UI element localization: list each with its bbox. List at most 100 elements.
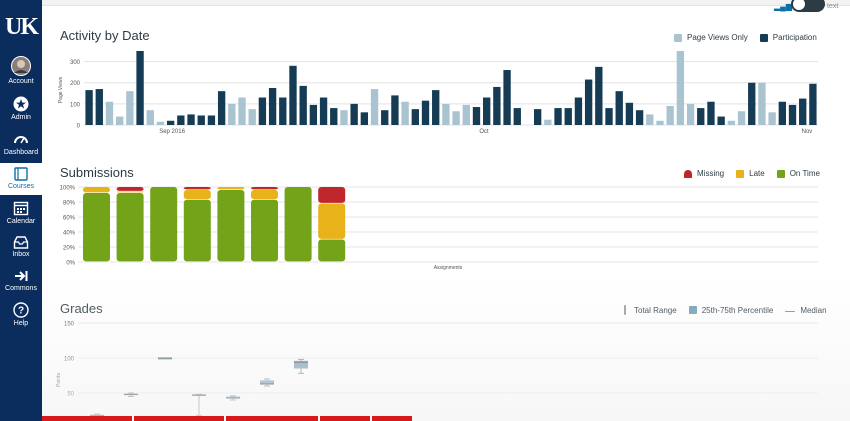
page-views-bar	[686, 103, 695, 125]
participation-bar	[421, 100, 430, 125]
legend-missing[interactable]: Missing	[684, 169, 724, 178]
page-views-bar	[727, 120, 736, 125]
participation-bar	[432, 90, 440, 125]
participation-bar	[778, 101, 786, 125]
bar-chart-icon[interactable]: ▂▄▆	[774, 2, 792, 11]
nav-admin[interactable]: Admin	[0, 96, 42, 121]
nav-calendar[interactable]: Calendar	[0, 200, 42, 225]
page-views-bar	[126, 91, 134, 125]
on-time-segment	[150, 187, 178, 262]
legend-on-time[interactable]: On Time	[776, 169, 820, 178]
legend-total-range[interactable]: Total Range	[624, 305, 677, 315]
y-tick-label: 300	[70, 60, 81, 66]
toggle-label[interactable]: text	[827, 3, 838, 10]
nav-account[interactable]: Account	[0, 56, 42, 85]
global-nav: UK Account Admin Dashboard Courses Calen…	[0, 0, 42, 421]
legend-median[interactable]: Median	[785, 306, 827, 315]
nav-inbox-label: Inbox	[12, 251, 30, 258]
y-tick-label: 100%	[60, 186, 76, 192]
view-toggle[interactable]	[791, 0, 825, 12]
y-tick-label: 40%	[63, 231, 76, 237]
nav-courses[interactable]: Courses	[0, 163, 42, 195]
participation-bar	[330, 108, 338, 125]
on-time-segment	[318, 239, 346, 262]
grades-chart: 50 100 150 Points	[56, 322, 818, 421]
page-views-bar	[442, 103, 450, 125]
y-tick-label: 150	[64, 322, 75, 328]
participation-bar	[411, 109, 419, 125]
y-tick-label: 0	[77, 124, 81, 130]
submissions-legend: Missing Late On Time	[672, 169, 820, 178]
participation-bar	[707, 101, 715, 125]
video-progress-segment	[134, 416, 224, 421]
help-icon: ?	[13, 302, 29, 318]
missing-swatch	[684, 169, 692, 178]
missing-segment	[318, 187, 346, 203]
nav-commons-label: Commons	[5, 285, 37, 292]
missing-segment	[183, 187, 211, 190]
avatar-icon	[11, 56, 31, 76]
y-axis-label: Page Views	[58, 76, 64, 103]
participation-swatch	[759, 33, 768, 42]
legend-percentile[interactable]: 25th-75th Percentile	[688, 306, 773, 315]
participation-bar	[748, 82, 756, 125]
on-time-segment	[251, 199, 278, 262]
x-tick-label: Nov	[802, 129, 813, 135]
legend-participation[interactable]: Participation	[759, 33, 817, 42]
median-swatch	[785, 310, 796, 312]
participation-bar	[136, 51, 144, 125]
participation-bar	[615, 91, 623, 125]
nav-commons[interactable]: Commons	[0, 269, 42, 292]
late-swatch	[736, 169, 745, 178]
participation-bar	[595, 66, 603, 125]
page-views-bar	[462, 104, 470, 125]
page-views-bar	[238, 97, 246, 125]
page-views-bar	[116, 116, 124, 125]
participation-bar	[258, 97, 267, 125]
nav-admin-label: Admin	[11, 114, 31, 121]
nav-help[interactable]: ? Help	[0, 302, 42, 327]
dashboard-icon	[14, 136, 28, 144]
inbox-icon	[13, 236, 29, 249]
video-progress-segment	[42, 416, 132, 421]
x-axis-label: Assignments	[434, 265, 463, 271]
percentile-swatch	[688, 306, 697, 314]
participation-bar	[381, 110, 389, 125]
on-time-swatch	[776, 169, 785, 178]
participation-bar	[319, 97, 328, 125]
participation-bar	[197, 115, 205, 125]
participation-bar	[799, 98, 807, 125]
legend-participation-label: Participation	[772, 33, 817, 42]
participation-bar	[554, 108, 562, 125]
participation-bar	[483, 97, 491, 125]
nav-dashboard-label: Dashboard	[3, 149, 39, 156]
legend-page-views-label: Page Views Only	[687, 33, 748, 42]
legend-page-views[interactable]: Page Views Only	[674, 33, 748, 42]
participation-bar	[85, 90, 93, 125]
activity-chart: 0 100 200 300 Page Views Sep 2016 Oct Nov	[58, 51, 818, 135]
page-views-bar	[370, 89, 379, 125]
participation-bar	[360, 112, 369, 125]
page-views-swatch	[674, 33, 682, 42]
participation-bar	[533, 109, 542, 125]
legend-missing-label: Missing	[697, 169, 725, 178]
activity-legend: Page Views Only Participation	[662, 33, 817, 42]
uk-logo[interactable]: UK	[0, 14, 42, 41]
participation-bar	[584, 79, 593, 125]
participation-bar	[207, 115, 216, 125]
nav-dashboard[interactable]: Dashboard	[0, 131, 42, 156]
total-range-swatch	[624, 305, 626, 315]
page-views-bar	[768, 112, 776, 125]
nav-inbox[interactable]: Inbox	[0, 235, 42, 258]
video-progress-segment	[226, 416, 318, 421]
missing-segment	[251, 187, 278, 190]
participation-bar	[513, 108, 521, 125]
page-views-bar	[340, 110, 348, 125]
x-tick-label: Oct	[479, 129, 489, 135]
submissions-title: Submissions	[60, 165, 134, 180]
participation-bar	[625, 102, 634, 125]
legend-late[interactable]: Late	[736, 169, 765, 178]
y-tick-label: 60%	[63, 216, 76, 222]
calendar-icon	[13, 201, 29, 216]
page-views-bar	[666, 105, 674, 125]
